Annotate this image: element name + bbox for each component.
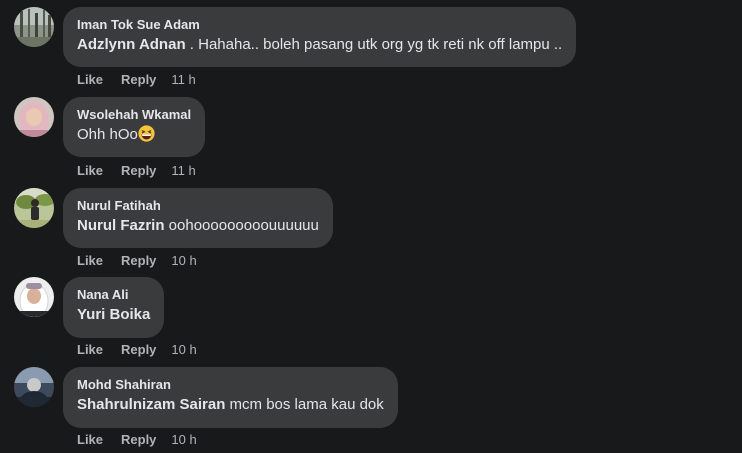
comment-bubble: Wsolehah Wkamal Ohh hOo (63, 97, 206, 157)
avatar[interactable] (14, 7, 54, 47)
comment-text: Shahrulnizam Sairan mcm bos lama kau dok (77, 395, 384, 415)
reply-button[interactable]: Reply (121, 163, 156, 179)
reply-button[interactable]: Reply (121, 432, 156, 448)
avatar[interactable] (14, 367, 54, 407)
comment-text: Ohh hOo (77, 125, 191, 145)
timestamp[interactable]: 10 h (171, 253, 196, 269)
comment-actions: Like Reply 11 h (77, 163, 196, 179)
avatar[interactable] (14, 97, 54, 137)
avatar[interactable] (14, 277, 54, 317)
mention-link[interactable]: Yuri Boika (77, 306, 150, 323)
comment-text: Adzlynn Adnan . Hahaha.. boleh pasang ut… (77, 35, 562, 55)
reply-button[interactable]: Reply (121, 253, 156, 269)
avatar[interactable] (14, 188, 54, 228)
comment-text: Nurul Fazrin oohooooooooouuuuuu (77, 216, 319, 236)
comment-author[interactable]: Nurul Fatihah (77, 198, 319, 214)
like-button[interactable]: Like (77, 253, 103, 269)
timestamp[interactable]: 11 h (171, 163, 195, 179)
comment-bubble: Nurul Fatihah Nurul Fazrin oohooooooooou… (63, 188, 333, 248)
timestamp[interactable]: 11 h (171, 72, 195, 88)
like-button[interactable]: Like (77, 432, 103, 448)
mention-link[interactable]: Shahrulnizam Sairan (77, 396, 225, 413)
comment-body: oohooooooooouuuuuu (164, 217, 319, 234)
reply-button[interactable]: Reply (121, 342, 156, 358)
comment-author[interactable]: Iman Tok Sue Adam (77, 17, 562, 33)
comment-actions: Like Reply 10 h (77, 432, 197, 448)
comment-actions: Like Reply 10 h (77, 342, 197, 358)
comment-author[interactable]: Mohd Shahiran (77, 377, 384, 393)
grinning-squinting-face-emoji (138, 125, 155, 142)
reply-button[interactable]: Reply (121, 72, 156, 88)
comment-author[interactable]: Wsolehah Wkamal (77, 107, 191, 123)
mention-link[interactable]: Adzlynn Adnan (77, 36, 186, 53)
like-button[interactable]: Like (77, 342, 103, 358)
comment-bubble: Mohd Shahiran Shahrulnizam Sairan mcm bo… (63, 367, 398, 428)
comment-actions: Like Reply 10 h (77, 253, 197, 269)
timestamp[interactable]: 10 h (171, 342, 196, 358)
like-button[interactable]: Like (77, 163, 103, 179)
comment-text: Yuri Boika (77, 305, 150, 325)
comment-body: mcm bos lama kau dok (225, 396, 384, 413)
comment-body: Ohh hOo (77, 126, 138, 143)
comment-actions: Like Reply 11 h (77, 72, 196, 88)
comment-bubble: Nana Ali Yuri Boika (63, 277, 165, 338)
comment-body: . Hahaha.. boleh pasang utk org yg tk re… (185, 36, 563, 53)
comment-bubble: Iman Tok Sue Adam Adzlynn Adnan . Hahaha… (63, 7, 577, 67)
like-button[interactable]: Like (77, 72, 103, 88)
comment-author[interactable]: Nana Ali (77, 287, 150, 303)
timestamp[interactable]: 10 h (171, 432, 196, 448)
mention-link[interactable]: Nurul Fazrin (77, 217, 165, 234)
